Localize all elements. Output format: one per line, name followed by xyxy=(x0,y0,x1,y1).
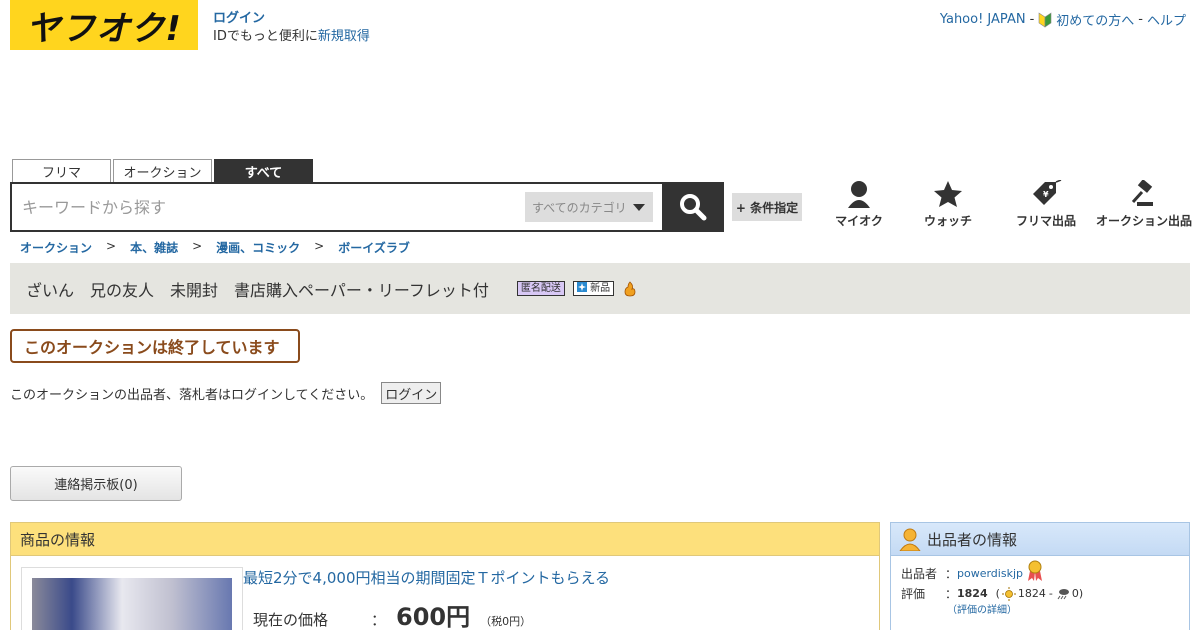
new-item-badge: 新品 xyxy=(572,281,615,296)
message-board-button[interactable]: 連絡掲示板(0) xyxy=(10,466,182,501)
breadcrumb-separator: > xyxy=(106,239,117,253)
svg-text:¥: ¥ xyxy=(1043,190,1049,199)
item-title: ざいん 兄の友人 未開封 書店購入ペーパー・リーフレット付 xyxy=(26,280,489,300)
new-sparkle-icon xyxy=(576,282,587,292)
price-tag-icon: ¥ xyxy=(1033,180,1062,205)
nav-watch[interactable]: ウォッチ xyxy=(898,180,998,229)
search-input[interactable] xyxy=(22,192,522,222)
login-link[interactable]: ログイン xyxy=(213,11,265,26)
search-icon xyxy=(680,194,707,221)
breadcrumb-item[interactable]: 本、雑誌 xyxy=(130,239,178,256)
tab-auction[interactable]: オークション xyxy=(113,159,212,183)
breadcrumb: オークション > 本、雑誌 > 漫画、コミック > ボーイズラブ xyxy=(20,239,410,256)
category-select[interactable]: すべてのカテゴリ xyxy=(525,192,653,222)
search-box: すべてのカテゴリ xyxy=(10,182,664,232)
login-prompt-text: このオークションの出品者、落札者はログインしてください。 xyxy=(10,387,374,403)
nav-icons: マイオク ウォッチ ¥ フリマ出品 オークション出品 xyxy=(820,180,1194,229)
breadcrumb-separator: > xyxy=(192,239,203,253)
separator: - xyxy=(1138,12,1143,27)
seller-info-heading: 出品者の情報 xyxy=(891,523,1189,556)
seller-name-row: 出品者： powerdiskjp xyxy=(901,560,1179,584)
yahuoku-logo[interactable]: ヤフオク! xyxy=(10,0,198,50)
item-info-panel: 商品の情報 最短2分で4,000円相当の期間固定Ｔポイントもらえる 現在の価格 … xyxy=(10,522,880,630)
item-image xyxy=(32,578,232,630)
item-info-heading: 商品の情報 xyxy=(11,523,879,556)
sun-good-icon xyxy=(1001,587,1016,601)
login-sub-text: IDでもっと便利に xyxy=(213,29,318,44)
beginner-link[interactable]: 初めての方へ xyxy=(1056,10,1134,29)
rating-total: 1824 xyxy=(957,587,988,600)
price-label: 現在の価格 xyxy=(253,611,329,629)
rating-good: 1824 xyxy=(1017,587,1046,600)
login-button[interactable]: ログイン xyxy=(381,382,442,404)
rating-row: 評価： 1824 ( 1824 - 0 ) xyxy=(901,584,1179,604)
separator: - xyxy=(1029,12,1035,27)
breadcrumb-item[interactable]: 漫画、コミック xyxy=(216,239,300,256)
rating-bad: 0 xyxy=(1071,587,1079,600)
current-price: 600円 xyxy=(396,603,471,630)
login-prompt: このオークションの出品者、落札者はログインしてください。 ログイン xyxy=(10,382,442,404)
item-thumbnail[interactable] xyxy=(21,567,243,630)
price-row: 現在の価格 ： 600円 （税0円） xyxy=(253,597,531,630)
nav-myauction[interactable]: マイオク xyxy=(820,180,898,229)
rating-detail-link[interactable]: （評価の詳細） xyxy=(947,605,1017,616)
seller-name-link[interactable]: powerdiskjp xyxy=(957,564,1023,584)
breadcrumb-item[interactable]: ボーイズラブ xyxy=(338,239,410,256)
help-link[interactable]: ヘルプ xyxy=(1147,10,1186,29)
anonymous-shipping-badge: 匿名配送 xyxy=(516,281,565,296)
person-icon xyxy=(848,181,870,208)
rain-bad-icon xyxy=(1057,589,1069,600)
auction-ended-notice: このオークションは終了しています xyxy=(10,329,300,363)
breadcrumb-separator: > xyxy=(314,239,325,253)
seller-info-panel: 出品者の情報 出品者： powerdiskjp 評価： 1824 ( 1824 … xyxy=(890,522,1190,630)
search-tabs: フリマ オークション すべて xyxy=(12,159,313,183)
item-title-bar: ざいん 兄の友人 未開封 書店購入ペーパー・リーフレット付 匿名配送 新品 xyxy=(10,263,1190,314)
login-box: ログイン IDでもっと便利に新規取得 xyxy=(213,10,370,46)
search-button[interactable] xyxy=(662,182,724,232)
nav-auction-sell[interactable]: オークション出品 xyxy=(1094,180,1194,229)
header-links: Yahoo! JAPAN - 初めての方へ - ヘルプ xyxy=(940,10,1186,29)
tpoint-promo-link[interactable]: 最短2分で4,000円相当の期間固定Ｔポイントもらえる xyxy=(243,567,610,588)
star-icon xyxy=(934,181,962,207)
chevron-down-icon xyxy=(633,204,645,211)
award-ribbon-icon xyxy=(1027,560,1042,581)
yahoo-japan-link[interactable]: Yahoo! JAPAN xyxy=(940,12,1026,27)
tab-furima[interactable]: フリマ xyxy=(12,159,111,183)
nav-furima-sell[interactable]: ¥ フリマ出品 xyxy=(998,180,1094,229)
tab-all[interactable]: すべて xyxy=(214,159,313,183)
gavel-icon xyxy=(1131,180,1153,206)
condition-button[interactable]: + 条件指定 xyxy=(732,193,802,221)
register-link[interactable]: 新規取得 xyxy=(318,29,370,44)
tax-amount: （税0円） xyxy=(480,615,532,628)
seller-avatar-icon xyxy=(899,528,921,551)
hot-item-icon xyxy=(624,280,636,296)
beginner-leaf-icon xyxy=(1038,11,1052,28)
breadcrumb-item[interactable]: オークション xyxy=(20,239,92,256)
